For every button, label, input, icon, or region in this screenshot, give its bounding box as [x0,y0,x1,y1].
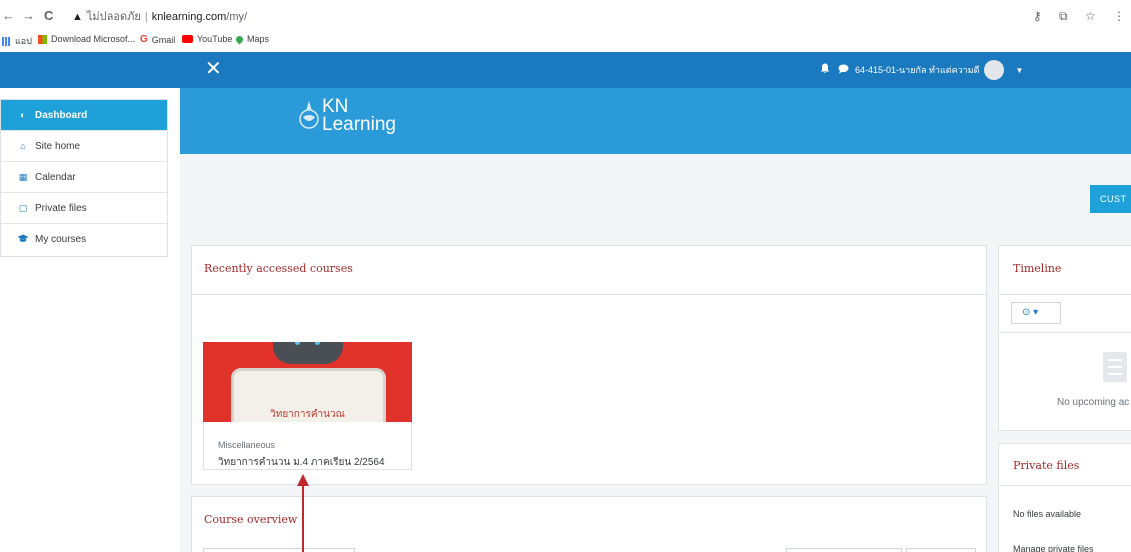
bookmark-label: Gmail [151,34,176,45]
more-icon[interactable]: ⋮ [1113,9,1125,23]
private-files-header: Private files [999,444,1131,486]
address-bar[interactable]: ▲ ไม่ปลอดภัย | knlearning.com/my/ [72,10,247,24]
page-header: KN Learning [180,88,1131,154]
back-arrow-icon[interactable]: ← [2,9,15,23]
site-logo[interactable]: KN Learning [298,97,396,135]
timeline-title: Timeline [1013,262,1062,275]
customise-page-button[interactable]: CUST [1090,185,1131,213]
bookmark-label: แอป [15,36,32,46]
translate-icon[interactable]: ⧉ [1059,9,1068,23]
bookmark-label: Download Microsof... [51,34,136,44]
recent-courses-title: Recently accessed courses [204,262,353,275]
sidebar-item-label: My courses [35,234,87,245]
security-label[interactable]: ไม่ปลอดภัย [87,11,141,23]
sidebar-item-label: Calendar [35,171,76,183]
apps-icon [2,36,11,46]
dashboard-icon: ◐ [20,110,26,120]
course-overview-title: Course overview [204,513,298,526]
course-name-link[interactable]: วิทยาการคำนวน ม.4 ภาคเรียน 2/2564 [218,455,385,470]
sidebar-item-my-courses[interactable]: My courses [1,224,167,255]
no-files-text: No files available [1013,509,1082,519]
course-overview-block: Course overview [191,496,987,552]
file-icon: ▢ [18,202,28,213]
sidebar-item-calendar[interactable]: ▦ Calendar [1,162,167,193]
chevron-down-icon[interactable]: ▼ [1016,66,1024,75]
top-navbar: ✕ 64-415-01-นายกัล ทำแต่ความดี ▼ [0,52,1131,88]
course-card[interactable]: Miscellaneous วิทยาการคำนวน ม.4 ภาคเรียน… [203,422,412,470]
chat-icon[interactable] [838,64,849,77]
avatar[interactable] [983,60,1004,80]
bookmark-youtube[interactable]: YouTube [182,34,232,44]
no-upcoming-text: No upcoming ac [1057,397,1130,408]
manage-private-files-link[interactable]: Manage private files [1013,544,1094,552]
google-icon: G [140,34,148,45]
course-image[interactable]: วิทยาการคำนวณ [203,342,412,422]
view-dropdown[interactable] [906,548,976,552]
logo-mark-icon [299,101,319,129]
bookmark-gmail[interactable]: G Gmail [140,34,175,45]
grouping-dropdown[interactable] [203,548,355,552]
browser-toolbar: ← → C ▲ ไม่ปลอดภัย | knlearning.com/my/ ⚷ ⧉… [0,0,1131,30]
bookmark-label: YouTube [197,34,233,44]
url-host: knlearning.com [151,11,227,23]
sidebar-item-private-files[interactable]: ▢ Private files [1,193,167,224]
annotation-arrow [302,484,304,552]
forward-arrow-icon[interactable]: → [22,9,35,23]
sort-dropdown[interactable] [786,548,902,552]
nav-drawer: ◐ Dashboard ⌂ Site home ▦ Calendar ▢ Pri… [0,99,168,257]
empty-list-icon [1103,352,1127,382]
recent-courses-header: Recently accessed courses [192,246,986,295]
sidebar-item-label: Private files [35,202,87,214]
sidebar-item-label: Site home [35,140,81,152]
timeline-block: Timeline ⊙ ▾ No upcoming ac [998,245,1131,431]
key-icon[interactable]: ⚷ [1033,9,1042,23]
user-menu: 64-415-01-นายกัล ทำแต่ความดี ▼ [820,60,1023,80]
course-image-text: วิทยาการคำนวณ [270,409,345,420]
robot-image [273,342,343,364]
browser-actions: ⚷ ⧉ ☆ ⋮ [1019,9,1125,24]
warning-icon[interactable]: ▲ [72,11,83,23]
sidebar-item-site-home[interactable]: ⌂ Site home [1,131,167,162]
maps-icon [234,34,245,44]
course-overview-header: Course overview [192,497,986,526]
bell-icon[interactable] [820,63,830,77]
private-files-block: Private files No files available Manage … [998,443,1131,552]
private-files-title: Private files [1013,459,1080,472]
home-icon: ⌂ [20,141,26,151]
sidebar-item-label: Dashboard [35,109,88,121]
bookmarks-bar: แอป Download Microsof... G Gmail YouTube … [0,32,1131,50]
star-icon[interactable]: ☆ [1085,9,1096,23]
bookmark-microsoft[interactable]: Download Microsof... [38,34,135,44]
bookmark-maps[interactable]: Maps [234,34,270,44]
microsoft-icon [38,34,47,44]
youtube-icon [182,35,193,43]
timeline-header: Timeline [999,246,1131,295]
bookmark-label: Maps [247,34,270,44]
graduation-cap-icon [17,234,29,245]
calendar-icon: ▦ [18,171,28,182]
recent-courses-block: Recently accessed courses วิทยาการคำนวณ … [191,245,987,485]
close-drawer-icon[interactable]: ✕ [205,59,222,79]
sidebar-item-dashboard[interactable]: ◐ Dashboard [1,100,167,131]
logo-line-2: Learning [322,114,396,135]
user-name[interactable]: 64-415-01-นายกัล ทำแต่ความดี [855,63,980,77]
timeline-filter-button[interactable]: ⊙ ▾ [1011,302,1061,324]
reload-icon[interactable]: C [44,9,53,23]
bookmark-apps[interactable]: แอป [2,34,32,48]
url-path: /my/ [226,11,248,23]
course-category: Miscellaneous [218,440,276,450]
